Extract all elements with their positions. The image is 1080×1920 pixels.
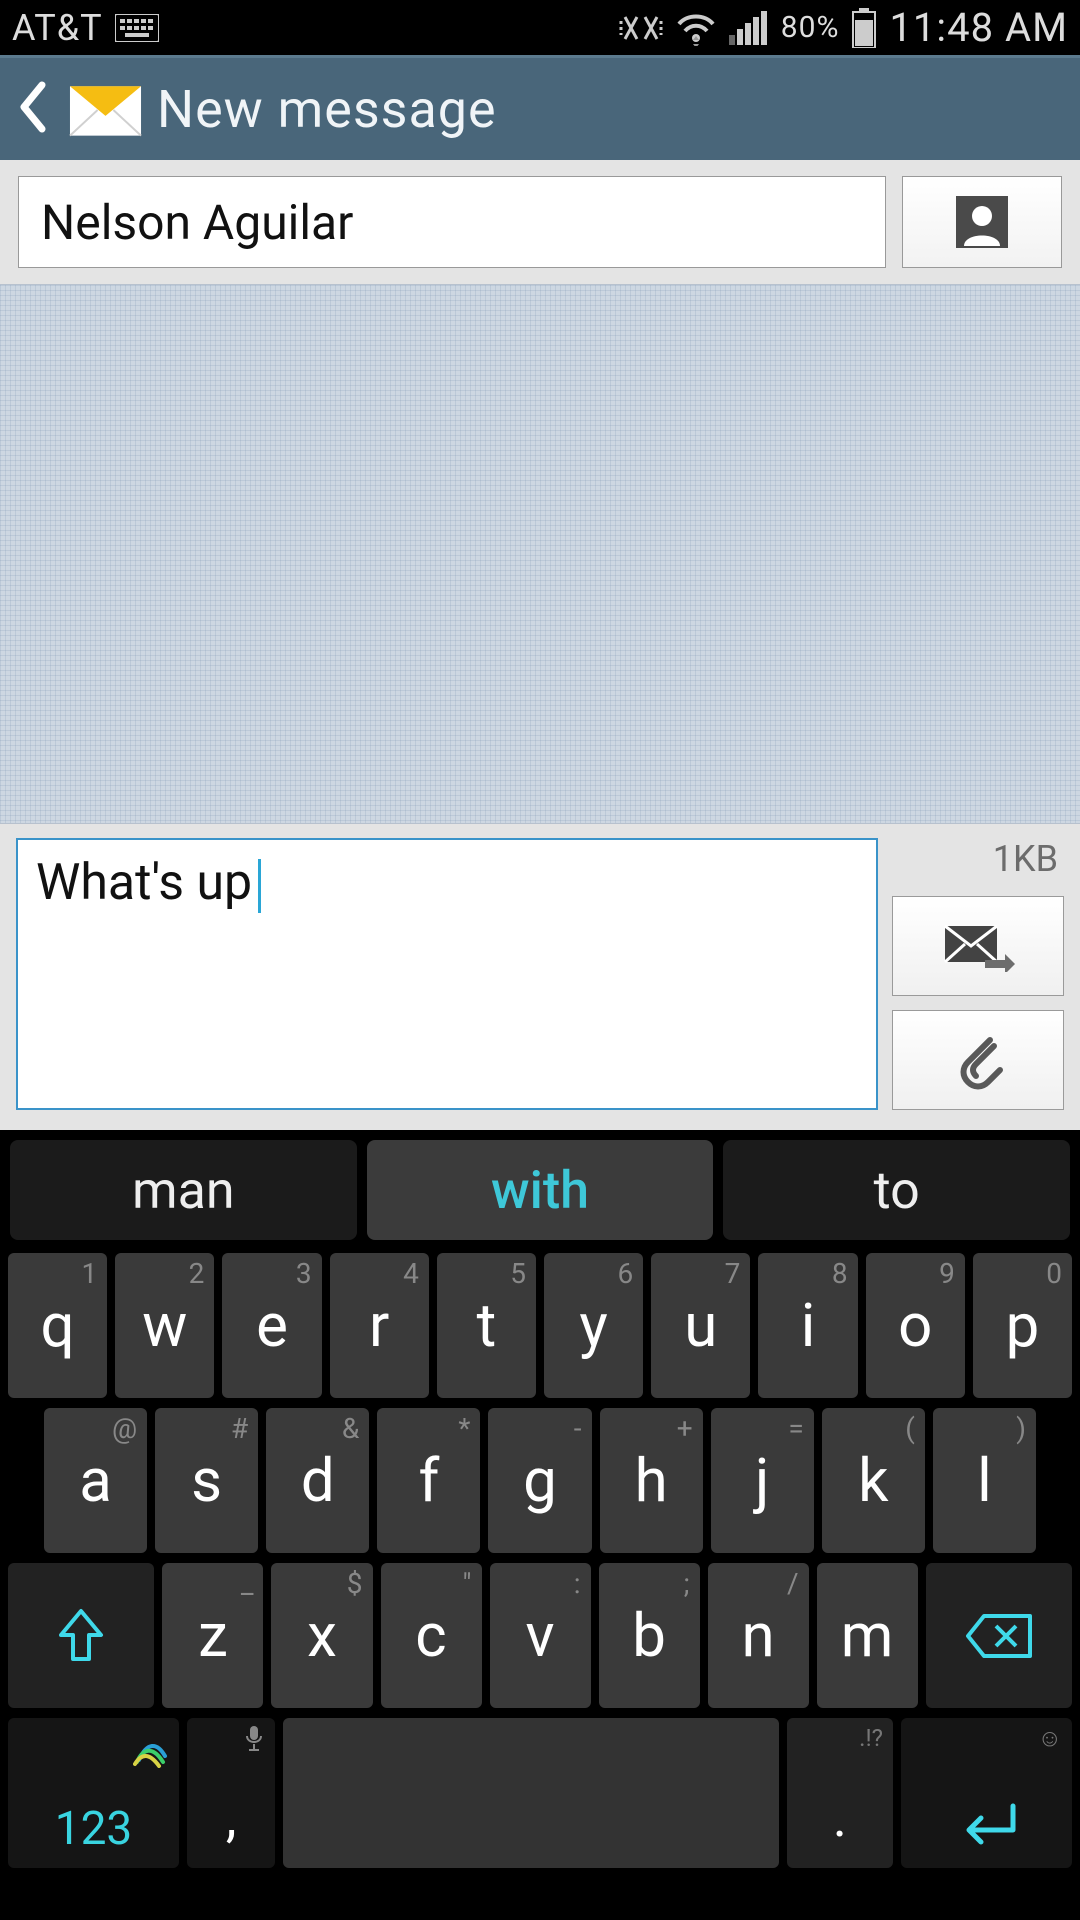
key-r[interactable]: 4r: [330, 1253, 429, 1398]
key-s[interactable]: #s: [155, 1408, 258, 1553]
suggestion-1[interactable]: man: [10, 1140, 357, 1240]
key-k[interactable]: (k: [822, 1408, 925, 1553]
key-row-3: _z $x "c :v ;b /n m: [0, 1558, 1080, 1713]
text-cursor: [258, 859, 261, 913]
key-period[interactable]: .!? .: [787, 1718, 893, 1868]
key-h[interactable]: +h: [600, 1408, 703, 1553]
key-w[interactable]: 2w: [115, 1253, 214, 1398]
message-input[interactable]: What's up: [16, 838, 878, 1110]
key-c[interactable]: "c: [381, 1563, 482, 1708]
key-backspace[interactable]: [926, 1563, 1072, 1708]
status-bar: AT&T 80%: [0, 0, 1080, 55]
clock-label: 11:48 AM: [889, 4, 1068, 51]
key-enter[interactable]: ☺: [901, 1718, 1072, 1868]
vibrate-icon: [619, 9, 663, 47]
wifi-icon: [675, 10, 717, 46]
key-x[interactable]: $x: [271, 1563, 372, 1708]
suggestion-row: man with to: [0, 1134, 1080, 1248]
recipient-input[interactable]: [18, 176, 886, 268]
page-title: New message: [157, 79, 497, 140]
send-envelope-icon: [941, 920, 1015, 972]
shift-arrow-icon: [57, 1607, 105, 1665]
recipient-row: [0, 160, 1080, 284]
chevron-left-icon: [16, 79, 48, 135]
key-row-1: 1q 2w 3e 4r 5t 6y 7u 8i 9o 0p: [0, 1248, 1080, 1403]
key-o[interactable]: 9o: [866, 1253, 965, 1398]
key-n[interactable]: /n: [708, 1563, 809, 1708]
key-m[interactable]: m: [817, 1563, 918, 1708]
key-f[interactable]: *f: [377, 1408, 480, 1553]
keyboard-indicator-icon: [115, 14, 159, 42]
key-p[interactable]: 0p: [973, 1253, 1072, 1398]
send-button[interactable]: [892, 896, 1064, 996]
pick-contact-button[interactable]: [902, 176, 1062, 268]
back-button[interactable]: [10, 79, 54, 139]
key-j[interactable]: =j: [711, 1408, 814, 1553]
message-input-text: What's up: [36, 854, 252, 912]
suggestion-2[interactable]: with: [367, 1140, 714, 1240]
smiley-icon: ☺: [1037, 1724, 1062, 1753]
key-g[interactable]: -g: [488, 1408, 591, 1553]
battery-label: 80%: [781, 10, 840, 45]
backspace-icon: [964, 1612, 1034, 1660]
envelope-icon: [68, 79, 143, 139]
key-l[interactable]: )l: [933, 1408, 1036, 1553]
conversation-pane[interactable]: [0, 284, 1080, 824]
signal-icon: [729, 11, 769, 45]
key-space[interactable]: [283, 1718, 778, 1868]
swiftkey-icon: [133, 1726, 169, 1780]
suggestion-3[interactable]: to: [723, 1140, 1070, 1240]
attach-button[interactable]: [892, 1010, 1064, 1110]
key-row-4: 123 , .!? . ☺: [0, 1713, 1080, 1873]
key-a[interactable]: @a: [44, 1408, 147, 1553]
key-q[interactable]: 1q: [8, 1253, 107, 1398]
mic-icon: [243, 1724, 265, 1758]
key-row-2: @a #s &d *f -g +h =j (k )l: [0, 1403, 1080, 1558]
key-comma[interactable]: ,: [187, 1718, 275, 1868]
key-t[interactable]: 5t: [437, 1253, 536, 1398]
app-bar: New message: [0, 55, 1080, 160]
keyboard: man with to 1q 2w 3e 4r 5t 6y 7u 8i 9o 0…: [0, 1130, 1080, 1920]
key-i[interactable]: 8i: [758, 1253, 857, 1398]
key-shift[interactable]: [8, 1563, 154, 1708]
key-d[interactable]: &d: [266, 1408, 369, 1553]
enter-icon: [951, 1800, 1021, 1850]
key-v[interactable]: :v: [490, 1563, 591, 1708]
key-z[interactable]: _z: [162, 1563, 263, 1708]
paperclip-icon: [950, 1028, 1006, 1092]
key-y[interactable]: 6y: [544, 1253, 643, 1398]
key-e[interactable]: 3e: [222, 1253, 321, 1398]
key-123[interactable]: 123: [8, 1718, 179, 1868]
contact-icon: [952, 192, 1012, 252]
compose-row: What's up 1KB: [0, 824, 1080, 1130]
carrier-label: AT&T: [12, 7, 103, 49]
key-u[interactable]: 7u: [651, 1253, 750, 1398]
message-size-label: 1KB: [892, 838, 1064, 882]
battery-icon: [851, 8, 877, 48]
key-b[interactable]: ;b: [599, 1563, 700, 1708]
